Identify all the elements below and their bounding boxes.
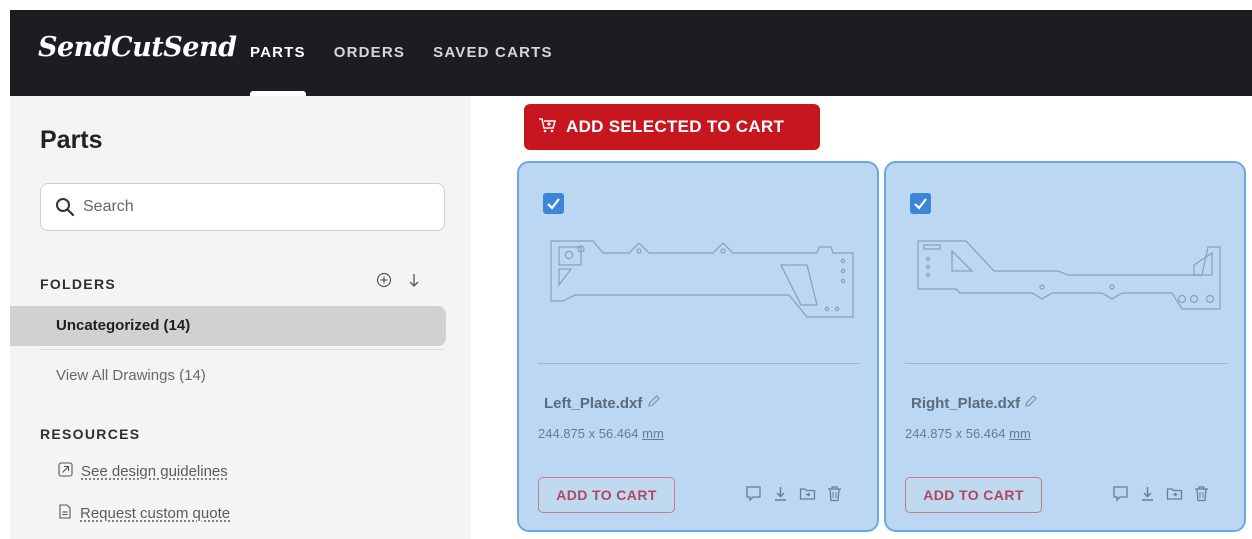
top-nav-bar: SendCutSend PARTS ORDERS SAVED CARTS xyxy=(10,10,1252,96)
edit-icon[interactable] xyxy=(647,395,661,412)
part-name[interactable]: Right_Plate.dxf xyxy=(911,394,1038,412)
part-drawing-left-plate xyxy=(545,235,861,321)
main-nav: PARTS ORDERS SAVED CARTS xyxy=(236,10,567,96)
card-actions xyxy=(745,485,843,502)
logo[interactable]: SendCutSend xyxy=(38,32,237,63)
folder-actions xyxy=(376,272,422,293)
custom-quote-link[interactable]: Request custom quote xyxy=(58,504,230,523)
dims-value: 244.875 x 56.464 xyxy=(905,426,1006,441)
sidebar: Parts FOLDERS Uncategorized (14) View Al… xyxy=(10,96,471,539)
edit-icon[interactable] xyxy=(1024,395,1038,412)
select-checkbox[interactable] xyxy=(543,193,564,214)
part-name[interactable]: Left_Plate.dxf xyxy=(544,394,661,412)
window-top-strip xyxy=(0,0,1252,10)
resources-heading: RESOURCES xyxy=(40,426,141,442)
sort-icon[interactable] xyxy=(406,272,422,293)
add-selected-to-cart-button[interactable]: ADD SELECTED TO CART xyxy=(524,104,820,150)
part-filename: Right_Plate.dxf xyxy=(911,395,1021,412)
tab-parts[interactable]: PARTS xyxy=(236,10,320,96)
comment-icon[interactable] xyxy=(1112,485,1129,502)
delete-icon[interactable] xyxy=(1193,485,1210,502)
part-filename: Left_Plate.dxf xyxy=(544,395,643,412)
part-card[interactable]: Right_Plate.dxf 244.875 x 56.464 mm ADD … xyxy=(884,161,1246,532)
select-checkbox[interactable] xyxy=(910,193,931,214)
folders-heading: FOLDERS xyxy=(40,276,116,292)
add-folder-icon[interactable] xyxy=(376,272,392,293)
tab-orders[interactable]: ORDERS xyxy=(320,10,419,96)
search-box[interactable] xyxy=(40,183,445,231)
part-dimensions: 244.875 x 56.464 mm xyxy=(538,426,664,441)
dims-unit[interactable]: mm xyxy=(642,426,664,441)
divider xyxy=(40,349,445,350)
button-label: ADD SELECTED TO CART xyxy=(566,117,785,136)
app-window: SendCutSend PARTS ORDERS SAVED CARTS Par… xyxy=(0,0,1252,539)
link-label: Request custom quote xyxy=(80,505,231,522)
dims-unit[interactable]: mm xyxy=(1009,426,1031,441)
link-label: See design guidelines xyxy=(81,463,228,480)
folder-label: Uncategorized (14) xyxy=(56,317,191,334)
dims-value: 244.875 x 56.464 xyxy=(538,426,639,441)
folder-uncategorized[interactable]: Uncategorized (14) xyxy=(10,306,446,346)
document-icon xyxy=(58,504,72,523)
card-actions xyxy=(1112,485,1210,502)
folder-label: View All Drawings (14) xyxy=(56,367,206,384)
external-link-icon xyxy=(58,462,73,481)
delete-icon[interactable] xyxy=(826,485,843,502)
add-to-cart-button[interactable]: ADD TO CART xyxy=(538,477,675,513)
divider xyxy=(538,363,860,364)
move-to-folder-icon[interactable] xyxy=(1166,485,1183,502)
search-input[interactable] xyxy=(83,196,423,218)
part-drawing-right-plate xyxy=(912,235,1228,321)
design-guidelines-link[interactable]: See design guidelines xyxy=(58,462,228,481)
search-icon xyxy=(55,197,75,217)
page-title: Parts xyxy=(40,126,103,154)
folder-view-all-drawings[interactable]: View All Drawings (14) xyxy=(10,356,446,396)
part-card-body: Right_Plate.dxf 244.875 x 56.464 mm ADD … xyxy=(894,171,1236,522)
comment-icon[interactable] xyxy=(745,485,762,502)
part-dimensions: 244.875 x 56.464 mm xyxy=(905,426,1031,441)
part-card-body: Left_Plate.dxf 244.875 x 56.464 mm ADD T… xyxy=(527,171,869,522)
tab-saved-carts[interactable]: SAVED CARTS xyxy=(419,10,567,96)
download-icon[interactable] xyxy=(772,485,789,502)
part-card[interactable]: Left_Plate.dxf 244.875 x 56.464 mm ADD T… xyxy=(517,161,879,532)
move-to-folder-icon[interactable] xyxy=(799,485,816,502)
cart-icon xyxy=(538,117,556,138)
add-to-cart-button[interactable]: ADD TO CART xyxy=(905,477,1042,513)
download-icon[interactable] xyxy=(1139,485,1156,502)
divider xyxy=(905,363,1227,364)
